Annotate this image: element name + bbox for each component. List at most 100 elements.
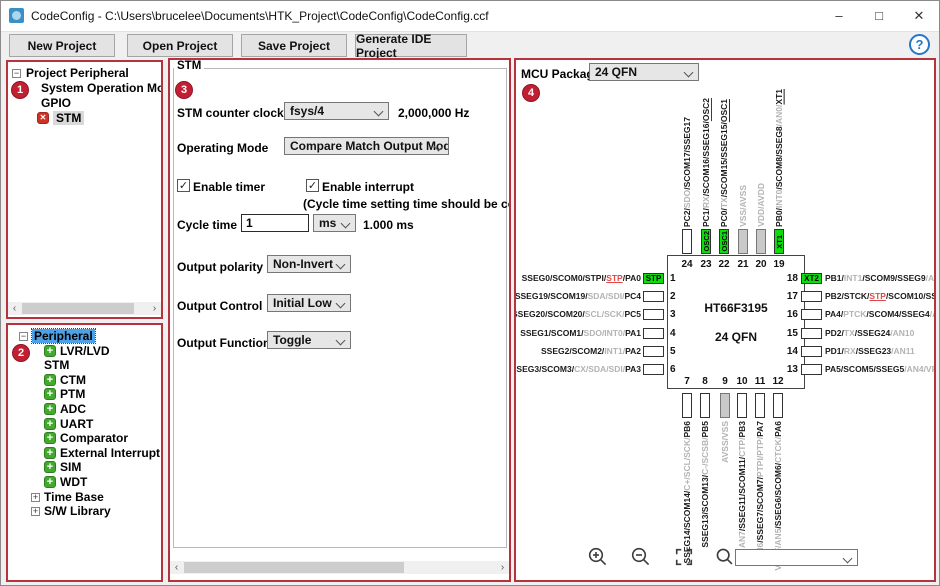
counter-clock-select[interactable]: fsys/4	[284, 102, 389, 120]
pin-number-11: 11	[752, 376, 768, 387]
expand-icon[interactable]: +	[31, 507, 40, 516]
generate-ide-project-button[interactable]: Generate IDE Project	[355, 34, 467, 57]
pin-box-16[interactable]	[801, 309, 822, 320]
open-project-button[interactable]: Open Project	[127, 34, 233, 57]
add-peripheral-icon[interactable]: +	[44, 476, 56, 488]
mcu-package-select[interactable]: 24 QFN	[589, 63, 699, 81]
pin-box-24[interactable]	[682, 229, 692, 254]
pin-number-2: 2	[670, 291, 676, 302]
zoom-in-icon[interactable]	[587, 546, 609, 568]
scroll-left-icon[interactable]: ‹	[8, 302, 21, 315]
cycle-time-unit-select[interactable]: ms	[313, 214, 356, 232]
pin-box-22[interactable]: OSC1	[719, 229, 729, 254]
tree-item-sim[interactable]: +SIM	[44, 460, 81, 474]
tree-item-external-interrupt[interactable]: +External Interrupt	[44, 446, 160, 460]
add-peripheral-icon[interactable]: +	[44, 374, 56, 386]
pin-box-3[interactable]	[643, 309, 664, 320]
pin-box-18[interactable]: XT2	[801, 273, 822, 284]
pin-box-8[interactable]	[700, 393, 710, 418]
tree-item-ctm[interactable]: + CTM	[44, 373, 86, 387]
enable-timer-label: Enable timer	[193, 180, 265, 194]
add-peripheral-icon[interactable]: +	[44, 403, 56, 415]
new-project-button[interactable]: New Project	[9, 34, 115, 57]
enable-interrupt-checkbox[interactable]: ✓	[306, 179, 319, 192]
tree-item-system-operation-mode[interactable]: System Operation Mode	[41, 81, 163, 95]
help-icon[interactable]: ?	[909, 34, 930, 55]
cycle-time-input[interactable]	[241, 214, 309, 232]
tree-item-label: CTM	[60, 373, 86, 387]
pin-box-23[interactable]: OSC2	[701, 229, 711, 254]
scroll-right-icon[interactable]: ›	[148, 302, 161, 315]
pin-box-9[interactable]	[720, 393, 730, 418]
tree-item-time-base[interactable]: +Time Base	[31, 490, 104, 504]
pin-box-2[interactable]	[643, 291, 664, 302]
tree-item-gpio[interactable]: GPIO	[41, 96, 71, 110]
scroll-left-icon[interactable]: ‹	[170, 561, 183, 574]
collapse-icon[interactable]: −	[19, 332, 28, 341]
pin-box-1[interactable]: STP	[643, 273, 664, 284]
pin-box-19[interactable]: XT1	[774, 229, 784, 254]
tree-item-lvr-lvd[interactable]: +LVR/LVD	[44, 344, 110, 358]
chevron-down-icon	[374, 107, 384, 117]
add-peripheral-icon[interactable]: +	[44, 388, 56, 400]
close-button[interactable]: ✕	[899, 1, 939, 30]
tree-root-project-peripheral[interactable]: −Project Peripheral	[12, 66, 129, 80]
scroll-right-icon[interactable]: ›	[496, 561, 509, 574]
pin-number-23: 23	[698, 259, 714, 270]
operating-mode-select[interactable]: Compare Match Output Mode	[284, 137, 449, 155]
tree-item-label: S/W Library	[44, 504, 111, 518]
add-peripheral-icon[interactable]: +	[44, 432, 56, 444]
output-function-select[interactable]: Toggle	[267, 331, 351, 349]
output-function-value: Toggle	[273, 333, 311, 347]
expand-icon[interactable]: +	[31, 493, 40, 502]
scrollbar-thumb[interactable]	[184, 562, 404, 573]
pin-number-9: 9	[717, 376, 733, 387]
tree-item-adc[interactable]: +ADC	[44, 402, 86, 416]
tree-item-wdt[interactable]: +WDT	[44, 475, 87, 489]
output-polarity-select[interactable]: Non-Invert	[267, 255, 351, 273]
pin-label-5: SSEG2/SCOM2/INT1/PA2	[541, 346, 641, 357]
pin-box-10[interactable]	[737, 393, 747, 418]
pin-box-5[interactable]	[643, 346, 664, 357]
pin-box-4[interactable]	[643, 328, 664, 339]
minimize-button[interactable]: –	[819, 1, 859, 30]
tree-root-peripheral[interactable]: −Peripheral	[19, 329, 95, 343]
pin-box-17[interactable]	[801, 291, 822, 302]
pin-box-7[interactable]	[682, 393, 692, 418]
maximize-button[interactable]: □	[859, 1, 899, 30]
project-tree-hscrollbar[interactable]: ‹ ›	[8, 302, 161, 315]
mcu-package-panel: MCU Package 24 QFN HT66F319524 QFN24PC2/…	[514, 58, 936, 582]
add-peripheral-icon[interactable]: +	[44, 447, 56, 459]
tree-item-stm[interactable]: ✕STM	[37, 111, 84, 125]
zoom-out-icon[interactable]	[630, 546, 652, 568]
tree-item-label: Comparator	[60, 431, 128, 445]
titlebar: CodeConfig - C:\Users\brucelee\Documents…	[1, 1, 939, 32]
enable-timer-checkbox[interactable]: ✓	[177, 179, 190, 192]
tree-item-uart[interactable]: +UART	[44, 417, 93, 431]
fit-to-view-icon[interactable]	[674, 547, 696, 569]
pin-search-combobox[interactable]	[735, 549, 858, 566]
tree-item-s-w-library[interactable]: + S/W Library	[31, 504, 111, 518]
tree-item-stm[interactable]: STM	[44, 358, 69, 372]
save-project-button[interactable]: Save Project	[241, 34, 347, 57]
add-peripheral-icon[interactable]: +	[44, 418, 56, 430]
pin-number-19: 19	[771, 259, 787, 270]
add-peripheral-icon[interactable]: +	[44, 345, 56, 357]
pin-box-15[interactable]	[801, 328, 822, 339]
output-control-select[interactable]: Initial Low	[267, 294, 351, 312]
pin-box-14[interactable]	[801, 346, 822, 357]
collapse-icon[interactable]: −	[12, 69, 21, 78]
pin-box-20[interactable]	[756, 229, 766, 254]
search-icon[interactable]	[715, 547, 737, 569]
scrollbar-thumb[interactable]	[22, 303, 134, 314]
pin-box-11[interactable]	[755, 393, 765, 418]
pin-assignment-label: XT1	[775, 235, 784, 249]
pin-box-12[interactable]	[773, 393, 783, 418]
stm-panel-hscrollbar[interactable]: ‹ ›	[170, 561, 509, 574]
add-peripheral-icon[interactable]: +	[44, 461, 56, 473]
tree-item-comparator[interactable]: + Comparator	[44, 431, 128, 445]
pin-box-13[interactable]	[801, 364, 822, 375]
pin-box-6[interactable]	[643, 364, 664, 375]
pin-box-21[interactable]	[738, 229, 748, 254]
tree-item-ptm[interactable]: +PTM	[44, 387, 85, 401]
